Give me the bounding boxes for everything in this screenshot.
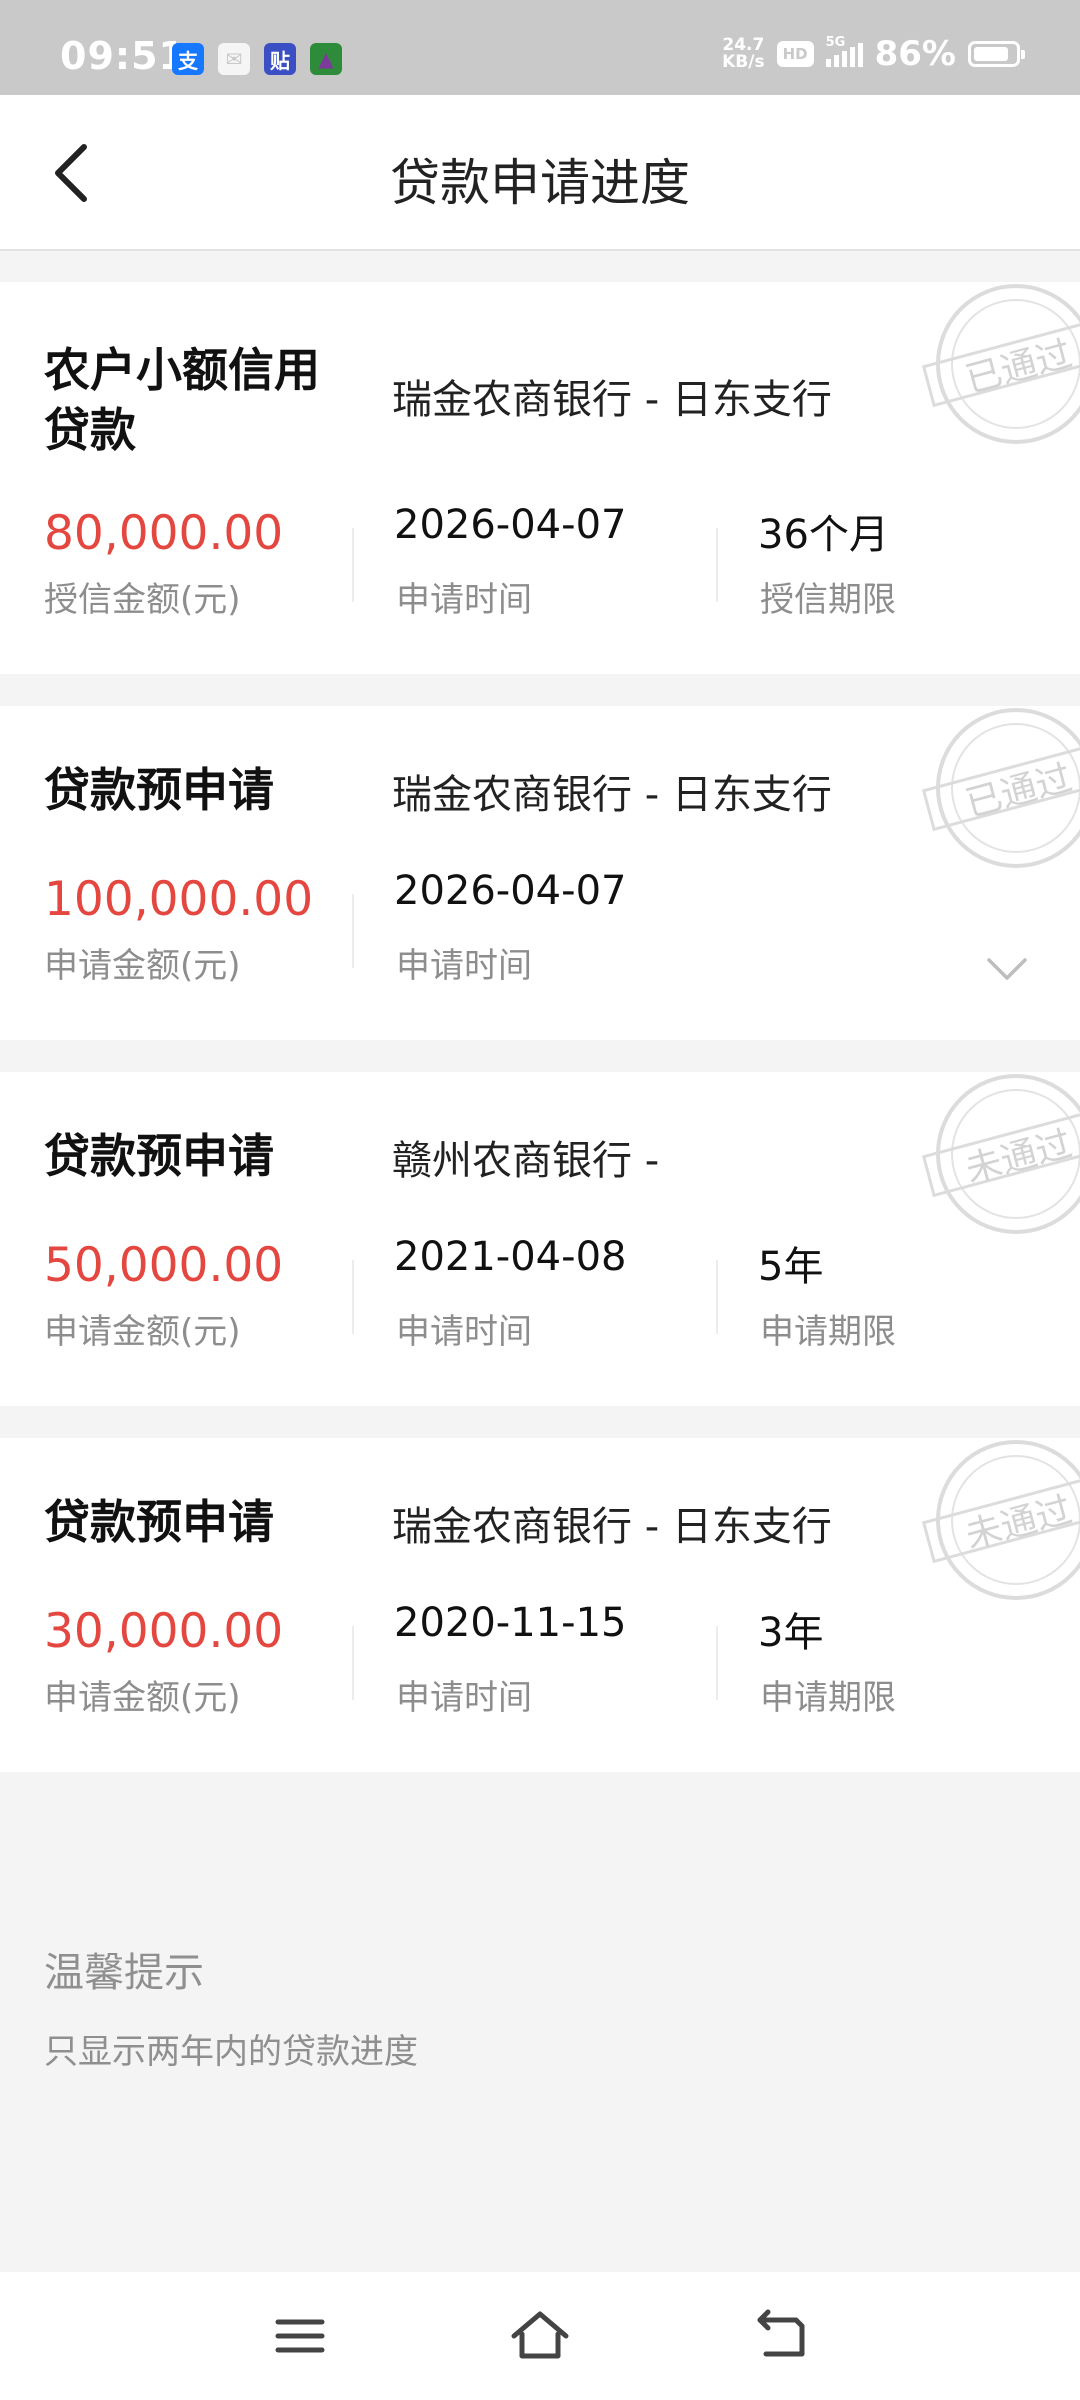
stamp-approved-icon: 已通过 — [920, 282, 1080, 448]
divider — [716, 1260, 718, 1334]
loan-term: 3年 — [758, 1610, 824, 1656]
stamp-approved-icon: 已通过 — [920, 706, 1080, 872]
hd-icon: HD — [776, 41, 814, 67]
bank-app-icon: ▲ — [310, 43, 342, 75]
tieba-icon: 贴 — [264, 43, 296, 75]
apply-date: 2026-04-07 — [394, 868, 627, 914]
apply-date-label: 申请时间 — [396, 946, 532, 986]
mail-icon: ✉ — [218, 43, 250, 75]
loan-card[interactable]: 已通过 农户小额信用 贷款 瑞金农商银行 - 日东支行 80,000.00 授信… — [0, 282, 1080, 674]
loan-card[interactable]: 已通过 贷款预申请 瑞金农商银行 - 日东支行 100,000.00 申请金额(… — [0, 706, 1080, 1040]
apply-date: 2021-04-08 — [394, 1234, 627, 1280]
divider — [352, 1260, 354, 1334]
tips-text: 只显示两年内的贷款进度 — [44, 2032, 418, 2072]
amount-label: 申请金额(元) — [44, 1678, 241, 1718]
battery-icon — [968, 41, 1025, 67]
menu-icon[interactable] — [270, 2308, 330, 2364]
loan-bank: 赣州农商银行 - — [392, 1138, 660, 1184]
page-title: 贷款申请进度 — [390, 154, 690, 212]
signal-icon: 5G — [825, 35, 863, 67]
system-nav-bar — [0, 2272, 1080, 2400]
apply-date-label: 申请时间 — [396, 580, 532, 620]
divider — [352, 894, 354, 968]
apply-date-label: 申请时间 — [396, 1312, 532, 1352]
status-bar: 09:51 支 ✉ 贴 ▲ 24.7 KB/s HD 5G 86% — [0, 0, 1080, 95]
back-icon[interactable] — [752, 2308, 812, 2364]
loan-term-label: 授信期限 — [760, 580, 896, 620]
loan-title: 贷款预申请 — [44, 763, 274, 817]
apply-date: 2020-11-15 — [394, 1600, 627, 1646]
apply-date-label: 申请时间 — [396, 1678, 532, 1718]
tips-title: 温馨提示 — [44, 1950, 204, 1996]
stamp-rejected-icon: 未通过 — [920, 1438, 1080, 1604]
network-type: 5G — [825, 35, 846, 50]
home-icon[interactable] — [510, 2308, 570, 2364]
battery-level — [974, 47, 1008, 61]
loan-title: 农户小额信用 贷款 — [44, 343, 320, 457]
alipay-icon: 支 — [172, 43, 204, 75]
amount-label: 申请金额(元) — [44, 1312, 241, 1352]
loan-term-label: 申请期限 — [760, 1678, 896, 1718]
divider — [352, 528, 354, 602]
status-time: 09:51 — [60, 34, 186, 78]
loan-amount: 30,000.00 — [44, 1604, 284, 1659]
apply-date: 2026-04-07 — [394, 502, 627, 548]
divider — [352, 1626, 354, 1700]
loan-term: 5年 — [758, 1244, 824, 1290]
header: 贷款申请进度 — [0, 95, 1080, 251]
loan-amount: 80,000.00 — [44, 506, 284, 561]
loan-amount: 50,000.00 — [44, 1238, 284, 1293]
loan-bank: 瑞金农商银行 - 日东支行 — [392, 377, 832, 423]
loan-title: 贷款预申请 — [44, 1129, 274, 1183]
screen: 09:51 支 ✉ 贴 ▲ 24.7 KB/s HD 5G 86% 贷款申请进度… — [0, 0, 1080, 2400]
amount-label: 授信金额(元) — [44, 580, 241, 620]
loan-term-label: 申请期限 — [760, 1312, 896, 1352]
notification-icons: 支 ✉ 贴 ▲ — [172, 43, 342, 75]
loan-title: 贷款预申请 — [44, 1495, 274, 1549]
status-indicators: 24.7 KB/s HD 5G 86% — [722, 34, 1025, 74]
loan-card[interactable]: 未通过 贷款预申请 瑞金农商银行 - 日东支行 30,000.00 申请金额(元… — [0, 1438, 1080, 1772]
chevron-down-icon[interactable] — [986, 956, 1028, 982]
divider — [716, 1626, 718, 1700]
loan-card[interactable]: 未通过 贷款预申请 赣州农商银行 - 50,000.00 申请金额(元) 202… — [0, 1072, 1080, 1406]
divider — [716, 528, 718, 602]
loan-bank: 瑞金农商银行 - 日东支行 — [392, 1504, 832, 1550]
stamp-rejected-icon: 未通过 — [920, 1072, 1080, 1238]
battery-percent: 86% — [874, 34, 956, 74]
loan-amount: 100,000.00 — [44, 872, 314, 927]
amount-label: 申请金额(元) — [44, 946, 241, 986]
loan-bank: 瑞金农商银行 - 日东支行 — [392, 772, 832, 818]
network-speed: 24.7 KB/s — [722, 35, 765, 72]
loan-term: 36个月 — [758, 512, 889, 558]
